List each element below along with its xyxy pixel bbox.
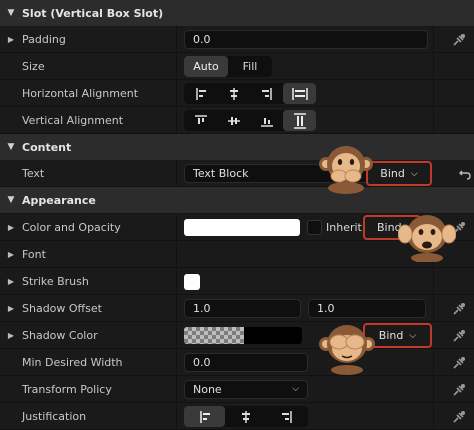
inherit-label: Inherit [326, 221, 362, 234]
expand-arrow-icon[interactable]: ▶ [6, 268, 16, 295]
size-fill-option[interactable]: Fill [228, 56, 272, 77]
row-size: Size Auto Fill [0, 53, 474, 80]
hear-no-evil-monkey-icon [398, 215, 456, 262]
see-no-evil-monkey-icon [319, 325, 375, 375]
vertical-alignment-buttons [184, 110, 316, 131]
row-shadow-color: ▶ Shadow Color Bind ⌵ [0, 322, 474, 349]
shadow-offset-label: Shadow Offset [22, 302, 102, 315]
strike-brush-swatch[interactable] [184, 274, 200, 290]
property-binding-icon[interactable] [451, 328, 467, 344]
inherit-checkbox[interactable] [307, 220, 322, 235]
size-toggle: Auto Fill [184, 56, 272, 77]
strike-brush-label: Strike Brush [22, 275, 89, 288]
valign-bottom-icon[interactable] [250, 110, 283, 131]
undo-arrow-icon[interactable] [457, 166, 473, 182]
property-binding-icon[interactable] [451, 32, 467, 48]
text-bind-button[interactable]: Bind ⌵ [366, 161, 432, 186]
chevron-down-icon: ⌵ [292, 384, 299, 394]
vertical-alignment-label: Vertical Alignment [22, 114, 124, 127]
shadow-offset-x-input[interactable]: 1.0 [184, 299, 301, 318]
justify-center-icon[interactable] [225, 406, 266, 427]
row-transform-policy: Transform Policy None ⌵ [0, 376, 474, 403]
property-binding-icon[interactable] [451, 382, 467, 398]
justification-label: Justification [22, 410, 87, 423]
text-bind-label: Bind [380, 167, 405, 180]
expand-arrow-icon[interactable]: ▶ [6, 322, 16, 349]
chevron-down-icon: ▼ [7, 195, 15, 205]
expand-arrow-icon[interactable]: ▶ [6, 295, 16, 322]
valign-top-icon[interactable] [184, 110, 217, 131]
size-label: Size [22, 60, 45, 73]
font-label: Font [22, 248, 46, 261]
padding-input[interactable]: 0.0 [184, 30, 428, 49]
justify-right-icon[interactable] [266, 406, 308, 427]
align-right-icon[interactable] [250, 83, 283, 104]
expand-arrow-icon[interactable]: ▶ [6, 241, 16, 268]
shadow-color-bind-label: Bind [378, 329, 404, 342]
chevron-down-icon: ⌵ [410, 168, 418, 179]
row-min-desired-width: Min Desired Width 0.0 [0, 349, 474, 376]
padding-label: Padding [22, 33, 66, 46]
row-strike-brush: ▶ Strike Brush [0, 268, 474, 295]
section-content[interactable]: ▼ Content [0, 134, 474, 160]
horizontal-alignment-buttons [184, 83, 316, 104]
text-label: Text [22, 167, 45, 180]
size-auto-option[interactable]: Auto [184, 56, 228, 77]
align-fill-icon[interactable] [283, 83, 316, 104]
color-swatch[interactable] [184, 219, 300, 236]
chevron-down-icon: ▼ [7, 8, 15, 18]
section-slot[interactable]: ▼ Slot (Vertical Box Slot) [0, 0, 474, 26]
expand-arrow-icon[interactable]: ▶ [6, 26, 16, 53]
row-vertical-alignment: Vertical Alignment [0, 107, 474, 134]
row-justification: Justification [0, 403, 474, 430]
property-binding-icon[interactable] [451, 301, 467, 317]
valign-center-icon[interactable] [217, 110, 250, 131]
justification-buttons [184, 406, 308, 427]
chevron-down-icon: ▼ [7, 142, 15, 152]
transform-policy-dropdown[interactable]: None ⌵ [184, 380, 308, 399]
shadow-offset-y-input[interactable]: 1.0 [308, 299, 426, 318]
min-desired-width-label: Min Desired Width [22, 356, 123, 369]
details-panel: ▼ Slot (Vertical Box Slot) ▶ Padding 0.0… [0, 0, 474, 430]
transform-policy-label: Transform Policy [22, 383, 112, 396]
shadow-color-label: Shadow Color [22, 329, 98, 342]
speak-no-evil-monkey-icon [319, 146, 373, 194]
color-opacity-label: Color and Opacity [22, 221, 121, 234]
property-binding-icon[interactable] [451, 355, 467, 371]
section-content-title: Content [22, 140, 72, 154]
justify-left-icon[interactable] [184, 406, 225, 427]
expand-arrow-icon[interactable]: ▶ [6, 214, 16, 241]
row-padding: ▶ Padding 0.0 [0, 26, 474, 53]
align-center-icon[interactable] [217, 83, 250, 104]
valign-fill-icon[interactable] [283, 110, 316, 131]
row-horizontal-alignment: Horizontal Alignment [0, 80, 474, 107]
property-binding-icon[interactable] [451, 409, 467, 425]
shadow-color-swatch[interactable] [184, 327, 302, 344]
section-slot-title: Slot (Vertical Box Slot) [22, 6, 164, 20]
align-left-icon[interactable] [184, 83, 217, 104]
horizontal-alignment-label: Horizontal Alignment [22, 87, 139, 100]
row-text: Text Text Block Bind ⌵ [0, 160, 474, 187]
section-appearance-title: Appearance [22, 193, 96, 207]
transform-policy-value: None [193, 383, 222, 396]
chevron-down-icon: ⌵ [409, 330, 417, 341]
min-desired-width-input[interactable]: 0.0 [184, 353, 308, 372]
row-shadow-offset: ▶ Shadow Offset 1.0 1.0 [0, 295, 474, 322]
